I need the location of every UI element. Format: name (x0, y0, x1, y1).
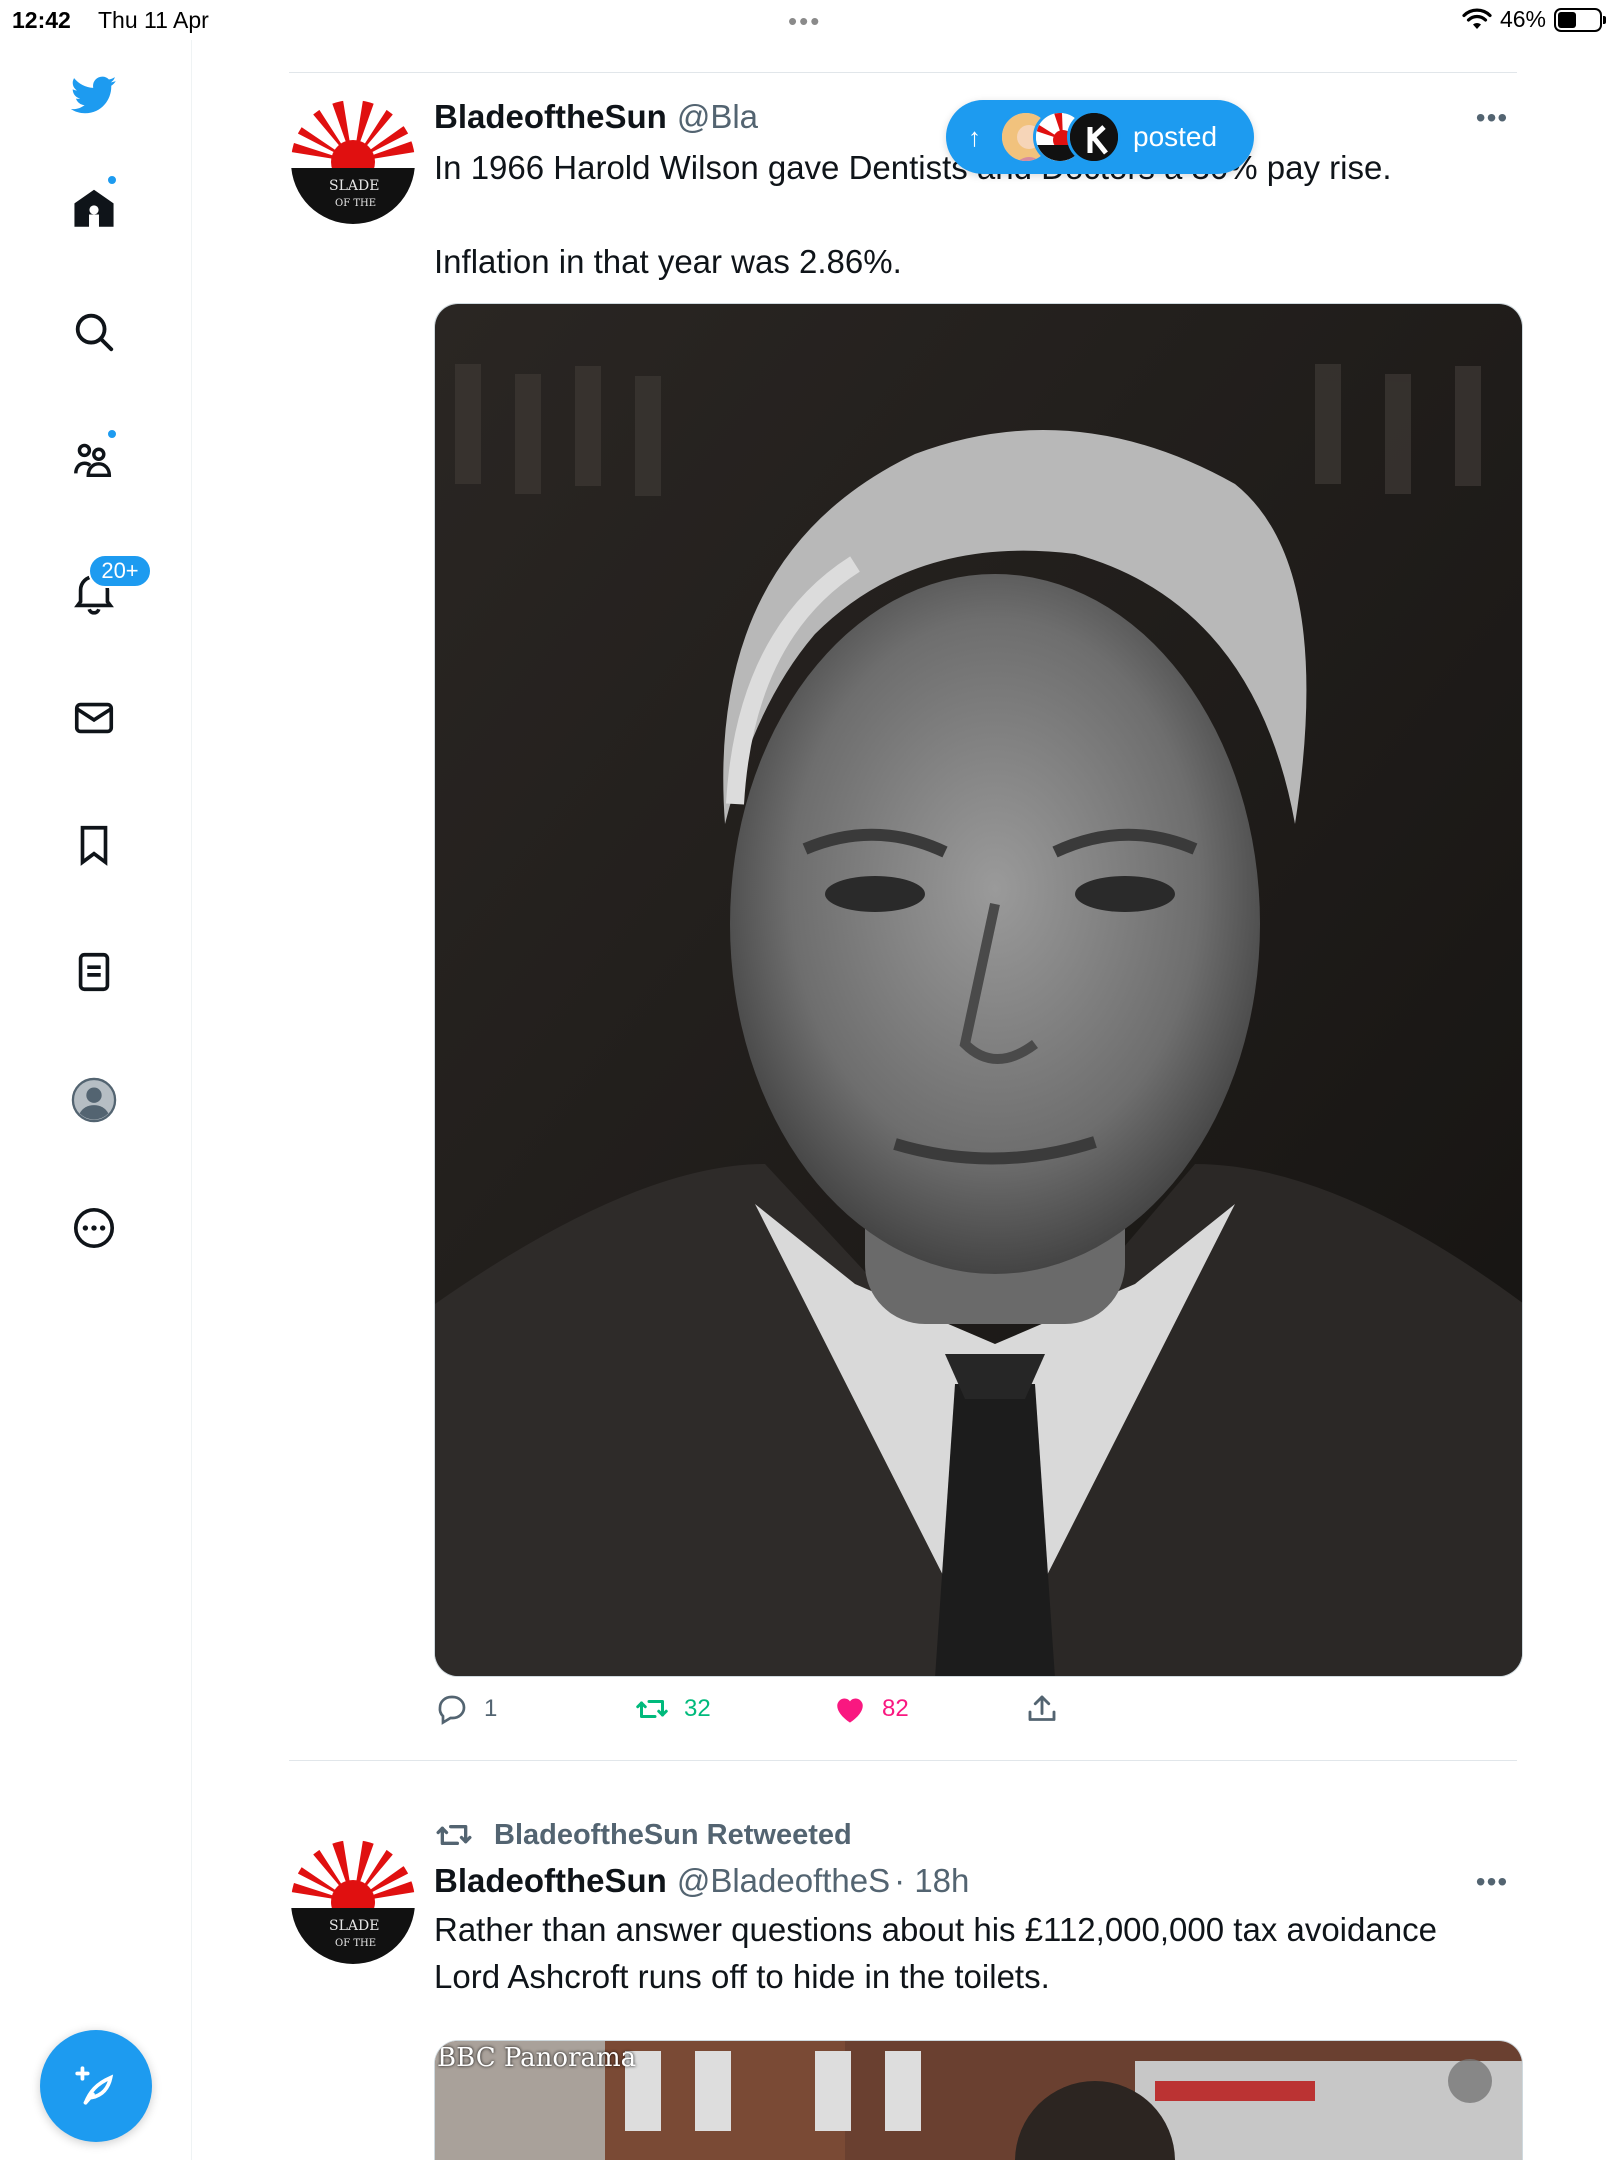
communities-unread-dot (106, 428, 118, 440)
battery-icon (1554, 7, 1606, 32)
new-posts-pill[interactable]: ↑ posted (946, 100, 1254, 174)
avatar[interactable]: SLADE OF THE (291, 1840, 415, 1964)
reply-icon (438, 1695, 466, 1725)
tweet-header: BladeoftheSun @BladeoftheS · 18h (434, 1862, 969, 1900)
author-handle[interactable]: @Bla (677, 98, 758, 136)
notifications-badge: 20+ (88, 554, 152, 588)
retweet-count: 32 (684, 1695, 711, 1722)
search-icon[interactable] (64, 302, 124, 362)
tweet-time[interactable]: · 18h (894, 1862, 969, 1900)
sidebar-nav: 20+ (0, 40, 192, 2160)
mail-icon[interactable] (64, 688, 124, 748)
avatar-logo-text: SLADE (329, 178, 379, 194)
retweet-button[interactable]: 32 (634, 1691, 711, 1727)
pill-avatars (999, 108, 1123, 166)
tweet-divider (289, 1760, 1517, 1761)
share-icon (1028, 1695, 1056, 1721)
compose-button[interactable] (40, 2030, 152, 2142)
like-count: 82 (882, 1695, 909, 1722)
battery-percent: 46% (1499, 6, 1546, 32)
pill-label: posted (1133, 121, 1218, 152)
avatar[interactable]: SLADE OF THE (291, 100, 415, 224)
status-bar: 12:42 Thu 11 Apr ••• 46% (0, 0, 1620, 40)
tweet-header: BladeoftheSun @Bla (434, 98, 758, 136)
compose-feather-icon (75, 2066, 114, 2105)
video-watermark: BBC Panorama (437, 2043, 637, 2073)
author-handle[interactable]: @BladeoftheS (677, 1862, 890, 1900)
multitasking-dots[interactable]: ••• (788, 6, 821, 37)
author-name[interactable]: BladeoftheSun (434, 1862, 667, 1900)
home-icon[interactable] (64, 178, 124, 238)
heart-filled-icon (837, 1698, 863, 1723)
author-name[interactable]: BladeoftheSun (434, 98, 667, 136)
reply-count: 1 (484, 1695, 498, 1722)
tweet-text: Rather than answer questions about his £… (434, 1911, 1437, 1995)
status-right: 46% (1462, 6, 1606, 33)
more-circle-icon[interactable] (64, 1198, 124, 1258)
avatar (1067, 110, 1121, 164)
top-divider (289, 72, 1517, 73)
reply-button[interactable]: 1 (434, 1691, 497, 1727)
retweeted-by-text: BladeoftheSun Retweeted (494, 1818, 852, 1851)
retweet-icon (436, 1825, 472, 1845)
avatar-logo-text: OF THE (335, 198, 376, 209)
avatar-logo-text: OF THE (335, 1938, 376, 1949)
avatar-logo-text: SLADE (329, 1918, 379, 1934)
tweet-video[interactable]: BBC Panorama (434, 2040, 1523, 2160)
status-time: 12:42 (12, 7, 71, 33)
more-options-icon[interactable]: ••• (1472, 1866, 1512, 1897)
timeline: SLADE OF THE BladeoftheSun @Bla ••• In 1… (192, 40, 1620, 2160)
tweet-image[interactable] (434, 303, 1523, 1677)
bookmark-icon[interactable] (64, 815, 124, 875)
status-date: Thu 11 Apr (98, 7, 209, 33)
list-icon[interactable] (64, 942, 124, 1002)
avatar-icon[interactable] (64, 1070, 124, 1130)
like-button[interactable]: 82 (832, 1691, 909, 1727)
tweet-actions: 1 32 82 (434, 1691, 1234, 1741)
share-button[interactable] (1024, 1691, 1060, 1727)
retweeted-by-label[interactable]: BladeoftheSun Retweeted (434, 1815, 852, 1855)
retweet-icon (636, 1700, 668, 1718)
home-unread-dot (106, 174, 118, 186)
arrow-up-icon: ↑ (968, 121, 981, 152)
more-options-icon[interactable]: ••• (1472, 102, 1512, 133)
twitter-bird-icon[interactable] (64, 65, 124, 125)
wifi-icon (1462, 8, 1492, 29)
